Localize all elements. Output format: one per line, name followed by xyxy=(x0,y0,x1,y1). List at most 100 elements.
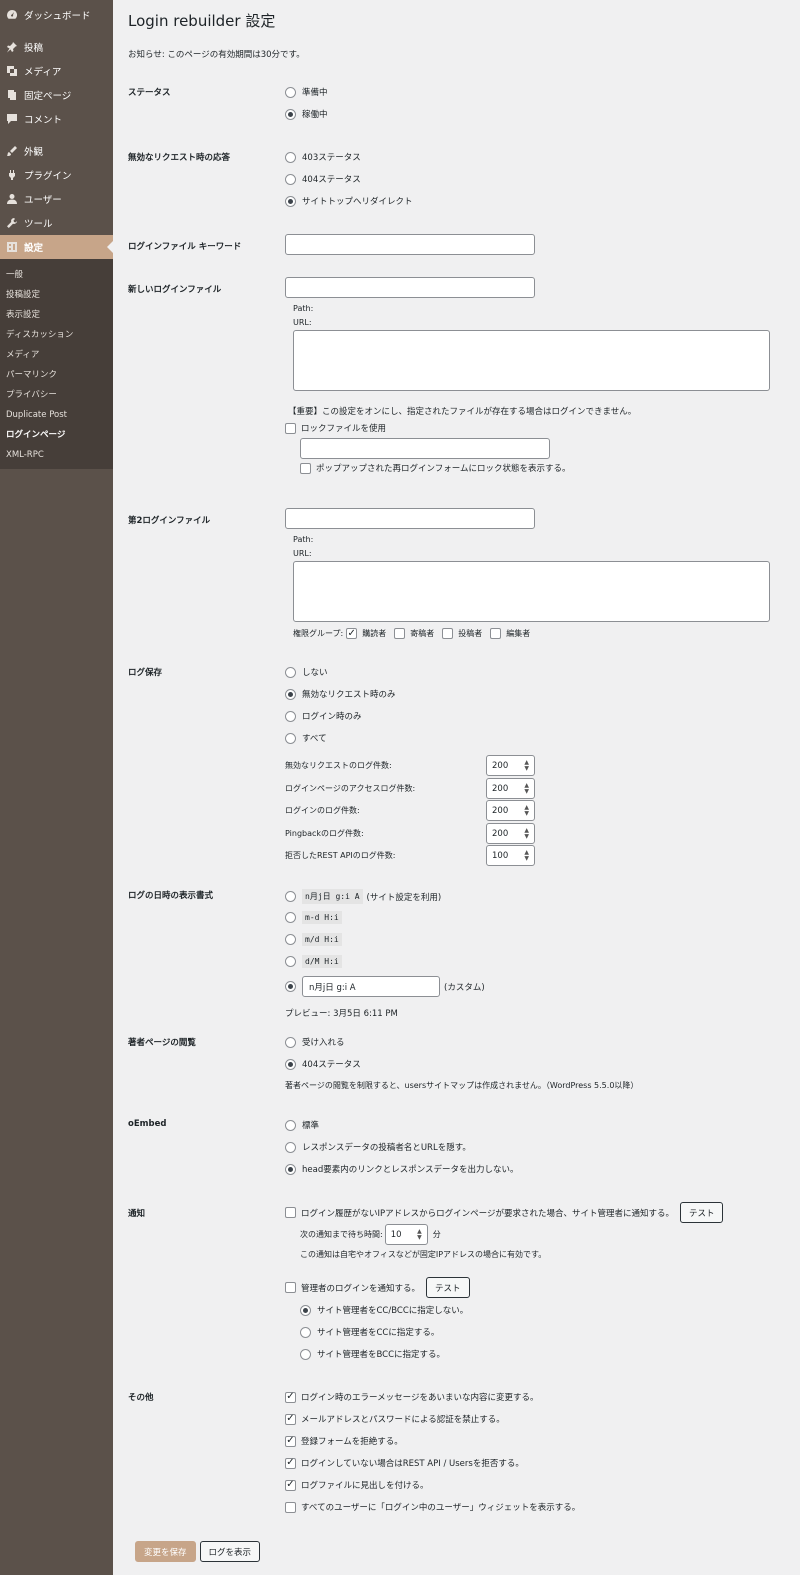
notify-admin-option[interactable]: 管理者のログインを通知する。 テスト xyxy=(285,1277,470,1298)
submenu-reading[interactable]: 表示設定 xyxy=(0,305,113,325)
second-login-file-input[interactable] xyxy=(285,508,535,529)
radio-icon[interactable] xyxy=(285,710,296,722)
radio-icon[interactable] xyxy=(285,1058,296,1070)
radio-icon[interactable] xyxy=(285,732,296,744)
radio-icon[interactable] xyxy=(285,934,296,945)
log-option-login[interactable]: ログイン時のみ xyxy=(285,710,362,722)
other-option-reject-register[interactable]: 登録フォームを拒絶する。 xyxy=(285,1435,403,1447)
radio-icon[interactable] xyxy=(285,688,296,700)
date-format-d-m[interactable]: d/M H:i xyxy=(285,955,346,968)
count-stepper[interactable]: 100 ▲ ▼ xyxy=(486,845,535,866)
radio-icon[interactable] xyxy=(300,1348,311,1360)
submenu-xml-rpc[interactable]: XML-RPC xyxy=(0,445,113,465)
checkbox-icon[interactable] xyxy=(285,1282,296,1293)
stepper-arrows-icon[interactable]: ▲ ▼ xyxy=(524,782,529,795)
admin-option-cc[interactable]: サイト管理者をCCに指定する。 xyxy=(300,1326,439,1338)
date-format-m-slash-d[interactable]: m/d H:i xyxy=(285,933,346,946)
stepper-arrows-icon[interactable]: ▲ ▼ xyxy=(524,827,529,840)
other-option-vague-error[interactable]: ログイン時のエラーメッセージをあいまいな内容に変更する。 xyxy=(285,1391,539,1403)
checkbox-icon[interactable] xyxy=(346,628,358,639)
radio-icon[interactable] xyxy=(285,981,296,992)
response-option-redirect[interactable]: サイトトップへリダイレクト xyxy=(285,195,413,207)
radio-icon[interactable] xyxy=(285,195,296,207)
wait-stepper[interactable]: 10 ▲ ▼ xyxy=(384,1224,428,1245)
submenu-permalink[interactable]: パーマリンク xyxy=(0,365,113,385)
submenu-media[interactable]: メディア xyxy=(0,345,113,365)
notify-admin-test-button[interactable]: テスト xyxy=(426,1277,470,1298)
lockfile-input[interactable] xyxy=(300,438,550,459)
count-stepper[interactable]: 200 ▲ ▼ xyxy=(486,823,535,844)
admin-option-bcc[interactable]: サイト管理者をBCCに指定する。 xyxy=(300,1348,445,1360)
stepper-arrows-icon[interactable]: ▲ ▼ xyxy=(524,804,529,817)
radio-icon[interactable] xyxy=(285,1036,296,1048)
menu-users[interactable]: ユーザー xyxy=(0,187,113,211)
date-format-custom[interactable]: (カスタム) xyxy=(285,976,485,997)
count-stepper[interactable]: 200 ▲ ▼ xyxy=(486,755,535,776)
checkbox-icon[interactable] xyxy=(285,1413,296,1425)
oembed-option-disable[interactable]: head要素内のリンクとレスポンスデータを出力しない。 xyxy=(285,1163,519,1175)
other-option-reject-rest[interactable]: ログインしていない場合はREST API / Usersを拒否する。 xyxy=(285,1457,524,1469)
stepper-arrows-icon[interactable]: ▲ ▼ xyxy=(417,1228,422,1241)
log-option-none[interactable]: しない xyxy=(285,666,328,678)
radio-icon[interactable] xyxy=(285,151,296,163)
other-option-widget[interactable]: すべてのユーザーに「ログイン中のユーザー」ウィジェットを表示する。 xyxy=(285,1501,580,1513)
radio-icon[interactable] xyxy=(300,1304,311,1316)
popup-lock-option[interactable]: ポップアップされた再ログインフォームにロック状態を表示する。 xyxy=(300,462,571,474)
checkbox-icon[interactable] xyxy=(490,628,502,639)
menu-posts[interactable]: 投稿 xyxy=(0,35,113,59)
date-format-site[interactable]: n月j日 g:i A (サイト設定を利用) xyxy=(285,889,441,904)
custom-format-input[interactable] xyxy=(302,976,440,997)
response-option-403[interactable]: 403ステータス xyxy=(285,151,361,163)
notify-ip-test-button[interactable]: テスト xyxy=(679,1202,724,1223)
checkbox-icon[interactable] xyxy=(285,1479,296,1491)
author-option-accept[interactable]: 受け入れる xyxy=(285,1036,345,1048)
count-stepper[interactable]: 200 ▲ ▼ xyxy=(486,800,535,821)
status-option-preparing[interactable]: 準備中 xyxy=(285,86,328,98)
checkbox-icon[interactable] xyxy=(442,628,454,639)
lockfile-option[interactable]: ロックファイルを使用 xyxy=(285,422,386,434)
radio-icon[interactable] xyxy=(285,1119,296,1131)
menu-pages[interactable]: 固定ページ xyxy=(0,83,113,107)
second-login-file-textarea[interactable] xyxy=(293,561,770,622)
other-option-disable-email[interactable]: メールアドレスとパスワードによる認証を禁止する。 xyxy=(285,1413,505,1425)
admin-option-none[interactable]: サイト管理者をCC/BCCに指定しない。 xyxy=(300,1304,468,1316)
checkbox-icon[interactable] xyxy=(300,462,311,474)
notify-ip-option[interactable]: ログイン履歴がないIPアドレスからログインページが要求された場合、サイト管理者に… xyxy=(285,1202,724,1223)
checkbox-icon[interactable] xyxy=(285,1391,296,1403)
radio-icon[interactable] xyxy=(285,891,296,902)
checkbox-icon[interactable] xyxy=(285,422,296,434)
menu-appearance[interactable]: 外観 xyxy=(0,139,113,163)
menu-dashboard[interactable]: ダッシュボード xyxy=(0,3,113,27)
menu-plugins[interactable]: プラグイン xyxy=(0,163,113,187)
radio-icon[interactable] xyxy=(285,912,296,923)
submenu-discussion[interactable]: ディスカッション xyxy=(0,325,113,345)
menu-comments[interactable]: コメント xyxy=(0,107,113,131)
stepper-arrows-icon[interactable]: ▲ ▼ xyxy=(524,849,529,862)
radio-icon[interactable] xyxy=(285,1163,296,1175)
submenu-duplicate-post[interactable]: Duplicate Post xyxy=(0,405,113,425)
radio-icon[interactable] xyxy=(285,1141,296,1153)
submenu-privacy[interactable]: プライバシー xyxy=(0,385,113,405)
radio-icon[interactable] xyxy=(285,86,296,98)
new-login-file-input[interactable] xyxy=(285,277,535,298)
menu-settings[interactable]: 設定 xyxy=(0,235,113,259)
show-log-button[interactable]: ログを表示 xyxy=(199,1541,261,1562)
stepper-arrows-icon[interactable]: ▲ ▼ xyxy=(524,759,529,772)
log-option-invalid[interactable]: 無効なリクエスト時のみ xyxy=(285,688,396,700)
checkbox-icon[interactable] xyxy=(285,1501,296,1513)
author-option-404[interactable]: 404ステータス xyxy=(285,1058,361,1070)
submenu-general[interactable]: 一般 xyxy=(0,265,113,285)
radio-icon[interactable] xyxy=(285,666,296,678)
response-option-404[interactable]: 404ステータス xyxy=(285,173,361,185)
oembed-option-standard[interactable]: 標準 xyxy=(285,1119,319,1131)
checkbox-icon[interactable] xyxy=(285,1207,296,1218)
status-option-active[interactable]: 稼働中 xyxy=(285,108,328,120)
radio-icon[interactable] xyxy=(285,108,296,120)
log-option-all[interactable]: すべて xyxy=(285,732,327,744)
other-option-log-heading[interactable]: ログファイルに見出しを付ける。 xyxy=(285,1479,429,1491)
checkbox-icon[interactable] xyxy=(285,1435,296,1447)
menu-tools[interactable]: ツール xyxy=(0,211,113,235)
oembed-option-hide[interactable]: レスポンスデータの投稿者名とURLを隠す。 xyxy=(285,1141,471,1153)
count-stepper[interactable]: 200 ▲ ▼ xyxy=(486,778,535,799)
checkbox-icon[interactable] xyxy=(394,628,406,639)
